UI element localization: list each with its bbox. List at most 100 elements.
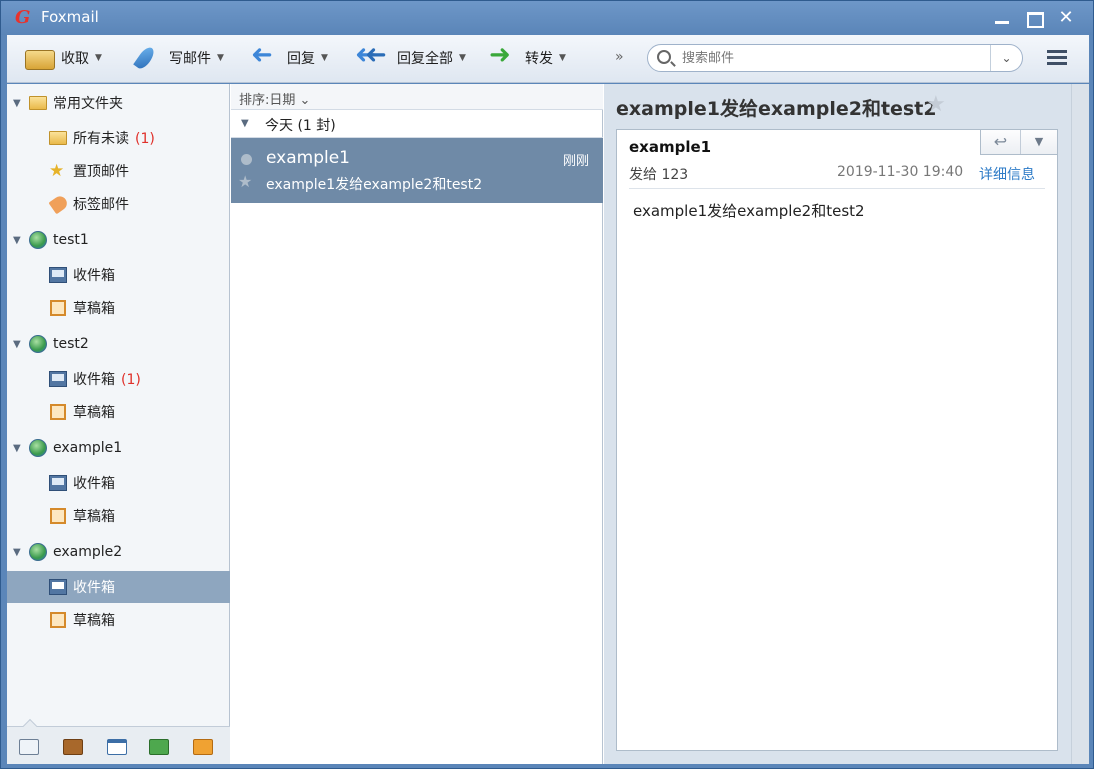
inbox-tray-icon [25, 50, 55, 70]
main-menu-icon[interactable] [1047, 50, 1067, 66]
calendar-module-icon[interactable] [107, 739, 127, 755]
sidebar-item-pinned[interactable]: ★ 置顶邮件 [7, 155, 230, 187]
sidebar-item-label: 所有未读 [73, 131, 129, 147]
minimize-button[interactable] [987, 7, 1017, 29]
inbox-icon [49, 371, 67, 387]
detail-info-link[interactable]: 详细信息 [979, 164, 1035, 184]
account-example1[interactable]: ▼ example1 [7, 432, 230, 464]
forward-label: 转发 [525, 51, 553, 67]
rss-module-icon[interactable] [193, 739, 213, 755]
mail-module-icon[interactable] [19, 739, 39, 755]
main-area: ▼ 常用文件夹 所有未读 (1) ★ 置顶邮件 标签邮件 ▼ test1 收件箱… [7, 84, 1089, 764]
star-icon[interactable]: ★ [238, 172, 252, 191]
sidebar-item-label: 标签邮件 [73, 197, 129, 213]
account-test1[interactable]: ▼ test1 [7, 224, 230, 256]
close-button[interactable]: ✕ [1051, 7, 1081, 29]
sidebar-item-label: 置顶邮件 [73, 164, 129, 180]
toolbar: 收取 ▼ 写邮件 ▼ 回复 ▼ 回复全部 ▼ 转发 ▼ » ⌄ [7, 35, 1089, 83]
collapse-triangle-icon[interactable]: ▼ [13, 443, 21, 454]
reply-arrow-icon[interactable]: ↩ [981, 130, 1021, 154]
folder-icon [29, 96, 47, 110]
mail-recipients: 发给 123 [629, 167, 689, 183]
sidebar-item-label: 草稿箱 [73, 509, 115, 525]
sidebar-item-example1-drafts[interactable]: 草稿箱 [7, 500, 230, 532]
search-input[interactable] [682, 48, 982, 68]
sidebar-item-example2-drafts[interactable]: 草稿箱 [7, 604, 230, 636]
reply-all-button[interactable]: 回复全部 ▼ [353, 43, 466, 73]
sidebar-item-label: 收件箱 [73, 476, 115, 492]
divider [629, 188, 1045, 189]
drafts-icon [50, 508, 66, 524]
contacts-module-icon[interactable] [63, 739, 83, 755]
receive-label: 收取 [61, 51, 89, 67]
favorites-label: 常用文件夹 [53, 96, 123, 112]
search-options-button[interactable]: ⌄ [990, 45, 1022, 71]
collapse-triangle-icon[interactable]: ▼ [13, 98, 21, 109]
window-title: Foxmail [41, 8, 99, 26]
collapse-triangle-icon[interactable]: ▼ [13, 547, 21, 558]
sort-dropdown[interactable]: 排序:日期 ⌄ [231, 84, 603, 110]
message-row[interactable]: ★ example1 刚刚 example1发给example2和test2 [231, 138, 603, 203]
mail-actions: ↩ ▼ [980, 129, 1058, 155]
account-test2[interactable]: ▼ test2 [7, 328, 230, 360]
account-name: test1 [53, 232, 89, 248]
account-name: test2 [53, 336, 89, 352]
unread-count: (1) [135, 131, 155, 147]
sidebar-item-example1-inbox[interactable]: 收件箱 [7, 467, 230, 499]
search-box[interactable]: ⌄ [647, 44, 1023, 72]
account-name: example1 [53, 440, 123, 456]
sidebar-item-test2-drafts[interactable]: 草稿箱 [7, 396, 230, 428]
collapse-triangle-icon[interactable]: ▼ [13, 235, 21, 246]
account-globe-icon [29, 543, 47, 561]
drafts-icon [50, 300, 66, 316]
chevron-down-icon[interactable]: ▼ [559, 53, 566, 63]
forward-button[interactable]: 转发 ▼ [489, 40, 566, 73]
chevron-down-icon[interactable]: ▼ [217, 53, 224, 63]
mail-body: example1发给example2和test2 [633, 202, 865, 220]
forward-arrow-icon [489, 40, 519, 72]
chevron-down-icon[interactable]: ▼ [321, 53, 328, 63]
write-mail-button[interactable]: 写邮件 ▼ [133, 43, 224, 73]
maximize-button[interactable] [1019, 7, 1049, 29]
collapse-triangle-icon[interactable]: ▼ [241, 118, 249, 129]
foxmail-window: G Foxmail ✕ 收取 ▼ 写邮件 ▼ 回复 ▼ 回复全部 ▼ 转发 [0, 0, 1094, 769]
date-group-header[interactable]: ▼ 今天 (1 封) [231, 110, 603, 138]
mail-sender: example1 [629, 138, 712, 156]
account-example2[interactable]: ▼ example2 [7, 536, 230, 568]
chevron-down-icon[interactable]: ▼ [95, 53, 102, 63]
message-subject: example1发给example2和test2 [266, 177, 483, 193]
message-sender: example1 [266, 148, 350, 168]
notes-module-icon[interactable] [149, 739, 169, 755]
mail-card: example1 ↩ ▼ 发给 123 2019-11-30 19:40 详细信… [616, 129, 1058, 751]
inbox-icon [49, 579, 67, 595]
write-mail-label: 写邮件 [169, 51, 211, 67]
reply-all-label: 回复全部 [397, 51, 453, 67]
sidebar-item-test2-inbox[interactable]: 收件箱 (1) [7, 363, 230, 395]
drafts-icon [50, 404, 66, 420]
sidebar-item-test1-inbox[interactable]: 收件箱 [7, 259, 230, 291]
reply-button[interactable]: 回复 ▼ [251, 43, 328, 73]
mail-date: 2019-11-30 19:40 [837, 164, 964, 180]
receive-button[interactable]: 收取 ▼ [25, 43, 102, 73]
active-module-pointer [22, 718, 38, 734]
chevron-down-icon[interactable]: ▼ [1021, 130, 1057, 154]
collapse-triangle-icon[interactable]: ▼ [13, 339, 21, 350]
search-icon [657, 50, 671, 64]
account-name: example2 [53, 544, 123, 560]
reader-scrollbar[interactable] [1071, 84, 1089, 764]
title-bar[interactable]: G Foxmail ✕ [1, 1, 1093, 35]
folder-icon [49, 131, 67, 145]
chevron-down-icon[interactable]: ▼ [459, 53, 466, 63]
feather-pen-icon [133, 44, 163, 72]
sidebar-item-example2-inbox[interactable]: 收件箱 [7, 571, 230, 603]
sidebar-item-test1-drafts[interactable]: 草稿箱 [7, 292, 230, 324]
star-icon[interactable]: ★ [926, 92, 946, 117]
read-status-icon[interactable] [241, 154, 252, 165]
reading-pane: example1发给example2和test2 ★ example1 ↩ ▼ … [604, 84, 1089, 764]
favorites-group[interactable]: ▼ 常用文件夹 [7, 87, 230, 119]
group-label: 今天 (1 封) [265, 118, 336, 134]
message-list: 排序:日期 ⌄ ▼ 今天 (1 封) ★ example1 刚刚 example… [231, 84, 603, 764]
sidebar-item-all-unread[interactable]: 所有未读 (1) [7, 122, 230, 154]
sidebar-item-tagged[interactable]: 标签邮件 [7, 188, 230, 220]
more-tools-button[interactable]: » [615, 49, 623, 65]
